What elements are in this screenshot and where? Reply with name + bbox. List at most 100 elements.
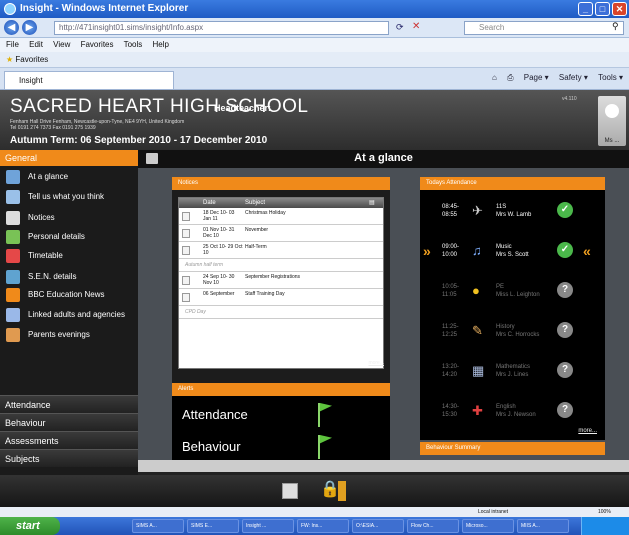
scroll-icon: ✎	[472, 323, 483, 338]
page-menu[interactable]: Page ▾	[524, 73, 549, 82]
menu-help[interactable]: Help	[153, 40, 169, 49]
sidebar-general-header[interactable]: General	[0, 150, 138, 166]
attendance-row[interactable]: 14:30- 15:30 ✚ English Mrs J. Newson?	[420, 393, 605, 433]
notice-subject: Staff Training Day	[245, 291, 285, 297]
taskbar-item[interactable]: FW: Ins...	[297, 519, 349, 533]
menu-file[interactable]: File	[6, 40, 19, 49]
taskbar-item[interactable]: O:\ESIA...	[352, 519, 404, 533]
close-button[interactable]: ✕	[612, 2, 627, 16]
sidebar-section-subjects[interactable]: Subjects	[0, 449, 138, 467]
address-bar: ◀ ▶ http://471insight01.sims/insight/Inf…	[0, 18, 629, 38]
notice-row[interactable]: 18 Dec 10- 03 Jan 11 Christmas Holiday	[179, 208, 383, 225]
menu-tools[interactable]: Tools	[124, 40, 143, 49]
notice-separator: CPD Day	[179, 306, 383, 319]
attendance-row[interactable]: 10:05- 11:05 ● PE Miss L. Leighton?	[420, 273, 605, 313]
sidebar-item[interactable]: Timetable	[6, 247, 63, 265]
period-subject: 11S Mrs W. Lamb	[496, 204, 532, 218]
safety-menu[interactable]: Safety ▾	[559, 73, 588, 82]
window-icon[interactable]	[282, 483, 298, 499]
notice-date: 24 Sep 10- 30 Nov 10	[203, 274, 235, 286]
column-subject[interactable]: Subject	[245, 198, 265, 208]
taskbar-item[interactable]: Microso...	[462, 519, 514, 533]
document-icon	[182, 229, 190, 238]
notice-row[interactable]: 01 Nov 10- 31 Dec 10 November	[179, 225, 383, 242]
sidebar-item-label: Personal details	[28, 232, 85, 241]
sidebar-item-label: Linked adults and agencies	[28, 310, 125, 319]
search-input[interactable]: Search	[464, 21, 624, 35]
tools-menu[interactable]: Tools ▾	[598, 73, 623, 82]
notices-table: Date Subject ▤ 18 Dec 10- 03 Jan 11 Chris…	[178, 197, 384, 369]
sidebar-section-assessments[interactable]: Assessments	[0, 431, 138, 449]
attendance-row[interactable]: 08:45- 08:55 ✈ 11S Mrs W. Lamb ✓	[420, 193, 605, 233]
zoom-level[interactable]: 100%	[598, 507, 611, 517]
horizontal-scrollbar[interactable]	[138, 460, 629, 472]
middle-column: Notices Date Subject ▤ 18 Dec 10- 03 Jan…	[172, 177, 390, 467]
attendance-row[interactable]: 11:25- 12:25 ✎ History Mrs C. Horrocks?	[420, 313, 605, 353]
menu-favorites[interactable]: Favorites	[81, 40, 114, 49]
stop-icon[interactable]: ✕	[412, 21, 420, 32]
attendance-row[interactable]: 09:00- 10:00 ♫ Music Mrs S. Scott ✓	[420, 233, 605, 273]
page-title: At a glance	[354, 152, 413, 164]
print-icon[interactable]: ⎙	[507, 73, 513, 82]
notices-more-link[interactable]: more...	[368, 360, 384, 366]
menu-view[interactable]: View	[53, 40, 70, 49]
home-icon[interactable]: ⌂	[492, 73, 497, 82]
sidebar-item[interactable]: Linked adults and agencies	[6, 306, 125, 324]
sidebar-item[interactable]: Personal details	[6, 228, 85, 246]
zone-label: Local intranet	[478, 509, 509, 515]
sidebar-item[interactable]: Notices	[6, 209, 55, 227]
sidebar-section-attendance[interactable]: Attendance	[0, 395, 138, 413]
school-header: SACRED HEART HIGH SCHOOL Headteacher: Fe…	[0, 90, 629, 150]
sidebar-item[interactable]: S.E.N. details	[6, 268, 76, 286]
notice-separator: Autumn half term	[179, 259, 383, 272]
url-input[interactable]: http://471insight01.sims/insight/Info.as…	[54, 21, 389, 35]
sidebar-section-behaviour[interactable]: Behaviour	[0, 413, 138, 431]
alerts-panel: Alerts Attendance Behaviour	[172, 383, 390, 467]
alert-behaviour[interactable]: Behaviour	[182, 439, 241, 454]
notice-row[interactable]: 25 Oct 10- 29 Oct 10 Half-Term	[179, 242, 383, 259]
notices-panel: Notices Date Subject ▤ 18 Dec 10- 03 Jan…	[172, 177, 390, 383]
tab-insight[interactable]: Insight	[4, 71, 174, 89]
unknown-status-icon: ?	[557, 402, 573, 418]
refresh-icon[interactable]: ⟳	[396, 22, 404, 33]
plane-icon: ✈	[472, 203, 483, 218]
taskbar-item[interactable]: SIMS A...	[132, 519, 184, 533]
sidebar-item[interactable]: BBC Education News	[6, 286, 104, 304]
taskbar-item[interactable]: MIIS A...	[517, 519, 569, 533]
version-label: v4.110	[562, 96, 577, 102]
minimize-button[interactable]: _	[578, 2, 593, 16]
attendance-more-link[interactable]: more...	[578, 428, 597, 434]
alert-attendance[interactable]: Attendance	[182, 407, 248, 422]
document-icon	[182, 276, 190, 285]
favorites-star-icon[interactable]: ★	[6, 55, 13, 64]
maximize-button[interactable]: □	[595, 2, 610, 16]
sidebar-item[interactable]: Parents evenings	[6, 326, 90, 344]
taskbar-item[interactable]: SIMS E...	[187, 519, 239, 533]
user-avatar[interactable]: Ms ...	[598, 96, 626, 146]
green-flag-icon	[320, 435, 332, 444]
flag-pole	[318, 403, 320, 427]
term-dates: Autumn Term: 06 September 2010 - 17 Dece…	[10, 135, 268, 146]
taskbar-item[interactable]: Insight ...	[242, 519, 294, 533]
sidebar-item[interactable]: At a glance	[6, 168, 68, 186]
lock-icon[interactable]: 🔒	[320, 479, 340, 499]
sidebar-item-label: At a glance	[28, 172, 69, 181]
sidebar-item-label: Tell us what you think	[28, 192, 105, 201]
favorites-label[interactable]: Favorites	[15, 55, 48, 64]
unknown-status-icon: ?	[557, 322, 573, 338]
notice-row[interactable]: 24 Sep 10- 30 Nov 10 September Registrati…	[179, 272, 383, 289]
menu-edit[interactable]: Edit	[29, 40, 43, 49]
door-icon[interactable]	[338, 481, 346, 501]
forward-button[interactable]: ▶	[22, 20, 37, 35]
attendance-row[interactable]: 13:20- 14:20 ▦ Mathematics Mrs J. Lines?	[420, 353, 605, 393]
behaviour-summary-title: Behaviour Summary	[420, 442, 605, 455]
notice-row[interactable]: 06 September Staff Training Day	[179, 289, 383, 306]
taskbar-item[interactable]: Flow Ch...	[407, 519, 459, 533]
start-button[interactable]: start	[0, 517, 60, 535]
search-icon[interactable]: ⚲	[612, 21, 619, 32]
sidebar-item[interactable]: Tell us what you think	[6, 188, 104, 206]
unknown-status-icon: ?	[557, 282, 573, 298]
back-button[interactable]: ◀	[4, 20, 19, 35]
period-time: 14:30- 15:30	[442, 404, 460, 418]
column-date[interactable]: Date	[203, 198, 216, 208]
